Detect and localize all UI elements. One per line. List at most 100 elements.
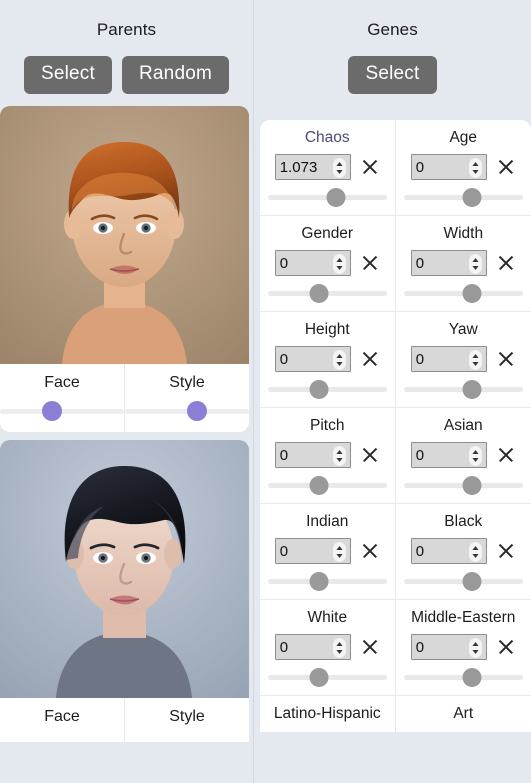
gene-slider-indian[interactable] [268,572,387,591]
gene-value-input-chaos[interactable]: 1.073 [274,154,351,180]
gene-slider-height[interactable] [268,380,387,399]
slider-thumb[interactable] [462,668,482,687]
stepper-icon[interactable] [468,542,482,562]
slider-thumb[interactable] [309,380,329,399]
gene-remove-white-icon[interactable] [360,637,380,657]
parent-1-style-slider[interactable] [125,400,249,421]
gene-control-row: 0 [404,154,524,180]
gene-control-row: 0 [404,538,524,564]
slider-thumb[interactable] [462,188,482,207]
parent-1-style-control[interactable]: Style [124,363,249,432]
stepper-icon[interactable] [468,254,482,274]
stepper-icon[interactable] [332,542,346,562]
stepper-icon[interactable] [468,158,482,178]
genes-scroll-area[interactable]: Chaos 1.073 Age 0 Gender 0 Width 0 Heigh… [260,120,531,783]
parent-1-face-slider[interactable] [0,400,124,421]
gene-remove-asian-icon[interactable] [496,445,516,465]
gene-value-input-width[interactable]: 0 [410,250,487,276]
slider-thumb[interactable] [462,476,482,495]
gene-cell-middle-eastern: Middle-Eastern 0 [395,600,531,696]
gene-value-input-black[interactable]: 0 [410,538,487,564]
gene-value-text: 0 [279,543,289,559]
slider-thumb[interactable] [186,400,207,421]
stepper-icon[interactable] [332,638,346,658]
gene-value-input-indian[interactable]: 0 [274,538,351,564]
gene-slider-asian[interactable] [403,476,523,495]
slider-thumb[interactable] [462,572,482,591]
gene-remove-indian-icon[interactable] [360,541,380,561]
gene-control-row: 1.073 [268,154,387,180]
gene-slider-gender[interactable] [268,284,387,303]
gene-label-asian: Asian [443,417,483,434]
gene-value-input-gender[interactable]: 0 [274,250,351,276]
gene-value-input-yaw[interactable]: 0 [410,346,487,372]
slider-thumb[interactable] [462,380,482,399]
slider-thumb[interactable] [309,476,329,495]
gene-value-input-height[interactable]: 0 [274,346,351,372]
gene-label-pitch: Pitch [310,417,345,434]
gene-slider-white[interactable] [268,668,387,687]
parent-portrait-2[interactable] [0,439,249,698]
parent-1-face-control[interactable]: Face [0,364,124,432]
genes-select-button[interactable]: Select [348,56,437,94]
gene-value-input-age[interactable]: 0 [410,154,487,180]
gene-label-latino-hispanic: Latino-Hispanic [273,705,381,722]
gene-remove-width-icon[interactable] [496,253,516,273]
stepper-icon[interactable] [332,446,346,466]
slider-thumb[interactable] [462,284,482,303]
gene-value-input-asian[interactable]: 0 [410,442,487,468]
gene-value-text: 0 [279,255,289,271]
gene-value-input-middle-eastern[interactable]: 0 [410,634,487,660]
slider-thumb[interactable] [309,668,329,687]
gene-slider-width[interactable] [403,284,523,303]
gene-remove-middle-eastern-icon[interactable] [496,637,516,657]
gene-control-row: 0 [404,346,524,372]
gene-value-text: 0 [415,639,425,655]
gene-cell-age: Age 0 [395,120,531,216]
gene-value-input-white[interactable]: 0 [274,634,351,660]
parent-portrait-1[interactable] [0,105,249,364]
gene-remove-age-icon[interactable] [496,157,516,177]
gene-control-row: 0 [268,634,387,660]
gene-value-text: 0 [415,543,425,559]
gene-cell-indian: Indian 0 [260,504,396,600]
gene-remove-yaw-icon[interactable] [496,349,516,369]
gene-slider-age[interactable] [403,188,523,207]
gene-slider-yaw[interactable] [403,380,523,399]
stepper-icon[interactable] [332,350,346,370]
parents-button-row: Select Random [0,56,253,94]
gene-control-row: 0 [404,634,524,660]
parent-2-style-label: Style [169,707,205,725]
parent-1-face-label: Face [44,373,80,391]
gene-remove-gender-icon[interactable] [360,253,380,273]
gene-remove-chaos-icon[interactable] [360,157,380,177]
slider-thumb[interactable] [326,188,346,207]
parents-select-button[interactable]: Select [23,56,112,94]
slider-thumb[interactable] [42,400,63,421]
slider-thumb[interactable] [309,572,329,591]
gene-slider-chaos[interactable] [268,188,387,207]
gene-value-text: 0 [415,351,425,367]
parents-random-button[interactable]: Random [121,56,230,94]
stepper-icon[interactable] [332,158,346,178]
stepper-icon[interactable] [468,638,482,658]
parents-panel: Parents Select Random Face Style Face St… [0,0,253,783]
gene-label-width: Width [443,225,484,242]
parent-2-face-control[interactable]: Face [0,698,124,742]
stepper-icon[interactable] [468,350,482,370]
gene-control-row: 0 [268,346,387,372]
parent-2-style-control[interactable]: Style [124,697,249,742]
gene-cell-chaos: Chaos 1.073 [260,120,396,216]
gene-slider-black[interactable] [403,572,523,591]
stepper-icon[interactable] [332,254,346,274]
stepper-icon[interactable] [468,446,482,466]
slider-thumb[interactable] [309,284,329,303]
gene-remove-pitch-icon[interactable] [360,445,380,465]
gene-slider-middle-eastern[interactable] [403,668,523,687]
gene-cell-yaw: Yaw 0 [395,312,531,408]
gene-remove-height-icon[interactable] [360,349,380,369]
gene-label-white: White [307,609,348,626]
gene-value-input-pitch[interactable]: 0 [274,442,351,468]
gene-remove-black-icon[interactable] [496,541,516,561]
gene-slider-pitch[interactable] [268,476,387,495]
